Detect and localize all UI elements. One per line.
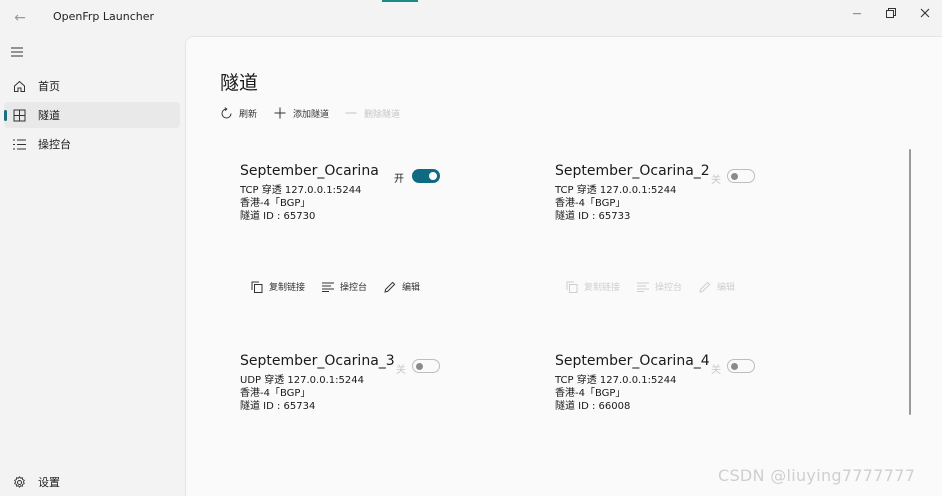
- plus-icon: [274, 106, 288, 120]
- tunnel-card[interactable]: September_Ocarina TCP 穿透 127.0.0.1:5244 …: [240, 163, 540, 303]
- refresh-label: 刷新: [239, 109, 258, 120]
- back-arrow-icon: ←: [14, 10, 26, 26]
- tunnel-grid-icon: [12, 108, 26, 122]
- tunnel-card[interactable]: September_Ocarina_4 TCP 穿透 127.0.0.1:524…: [555, 353, 855, 413]
- tunnel-name: September_Ocarina_3: [240, 353, 395, 369]
- console-button[interactable]: 操控台: [637, 280, 682, 293]
- tunnel-card[interactable]: September_Ocarina_3 UDP 穿透 127.0.0.1:524…: [240, 353, 540, 413]
- menu-toggle-button[interactable]: [11, 42, 27, 57]
- toggle-state-label: 关: [396, 365, 406, 376]
- sidebar-item-home[interactable]: 首页: [4, 73, 180, 99]
- toggle-state-label: 关: [711, 365, 721, 376]
- tunnel-card[interactable]: September_Ocarina_2 TCP 穿透 127.0.0.1:524…: [555, 163, 855, 303]
- sidebar-item-settings[interactable]: 设置: [4, 469, 180, 495]
- copy-icon: [251, 280, 264, 293]
- vertical-scrollbar[interactable]: [909, 149, 911, 415]
- main-content: 隧道 刷新 添加隧道 删除隧道 September_Ocarina TCP 穿透…: [185, 36, 942, 496]
- copy-icon: [566, 280, 579, 293]
- copy-link-button[interactable]: 复制链接: [566, 280, 620, 293]
- tunnel-toggle[interactable]: [727, 359, 755, 373]
- pencil-icon: [699, 280, 712, 293]
- edit-label: 编辑: [717, 283, 736, 293]
- title-bar: ← OpenFrp Launcher —: [0, 0, 942, 36]
- refresh-icon: [220, 106, 234, 120]
- sidebar-item-label: 设置: [38, 476, 60, 489]
- sidebar-item-label: 操控台: [38, 138, 71, 151]
- restore-icon: [886, 8, 896, 18]
- tunnel-name: September_Ocarina_2: [555, 163, 710, 179]
- minus-icon: [345, 106, 359, 120]
- sidebar-item-label: 隧道: [38, 109, 60, 122]
- sidebar-item-console[interactable]: 操控台: [4, 131, 180, 157]
- refresh-button[interactable]: 刷新: [220, 106, 257, 120]
- console-list-icon: [637, 280, 650, 293]
- tunnel-id: 隧道 ID : 65734: [240, 401, 316, 412]
- gear-icon: [12, 475, 26, 489]
- console-label: 操控台: [655, 283, 683, 293]
- console-list-icon: [322, 280, 335, 293]
- minimize-icon: —: [852, 9, 862, 19]
- maximize-button[interactable]: [876, 4, 906, 22]
- minimize-button[interactable]: —: [842, 4, 872, 22]
- toggle-state-label: 关: [711, 175, 721, 186]
- console-label: 操控台: [340, 283, 368, 293]
- close-button[interactable]: [910, 4, 940, 22]
- pencil-icon: [384, 280, 397, 293]
- tunnel-name: September_Ocarina: [240, 163, 379, 179]
- delete-tunnel-button[interactable]: 删除隧道: [345, 106, 400, 120]
- copy-link-button[interactable]: 复制链接: [251, 280, 305, 293]
- sidebar-item-tunnel[interactable]: 隧道: [4, 102, 180, 128]
- tunnel-id: 隧道 ID : 66008: [555, 401, 631, 412]
- add-tunnel-button[interactable]: 添加隧道: [274, 106, 329, 120]
- sidebar-item-label: 首页: [38, 80, 60, 93]
- edit-label: 编辑: [402, 283, 421, 293]
- tunnel-toggle[interactable]: [412, 359, 440, 373]
- console-button[interactable]: 操控台: [322, 280, 367, 293]
- back-button[interactable]: ←: [10, 8, 30, 28]
- delete-tunnel-label: 删除隧道: [364, 109, 401, 120]
- tunnel-id: 隧道 ID : 65733: [555, 211, 631, 222]
- tunnel-toggle[interactable]: [727, 169, 755, 183]
- close-icon: [920, 8, 930, 18]
- copy-link-label: 复制链接: [269, 283, 306, 293]
- tunnel-name: September_Ocarina_4: [555, 353, 710, 369]
- home-icon: [12, 79, 26, 93]
- tunnel-toggle[interactable]: [412, 169, 440, 183]
- copy-link-label: 复制链接: [584, 283, 621, 293]
- edit-button[interactable]: 编辑: [699, 280, 735, 293]
- toggle-state-label: 开: [394, 174, 404, 185]
- watermark: CSDN @liuying7777777: [718, 466, 916, 485]
- progress-indicator: [382, 0, 418, 2]
- hamburger-icon: [11, 47, 23, 57]
- tunnel-id: 隧道 ID : 65730: [240, 211, 316, 222]
- console-list-icon: [12, 137, 26, 151]
- page-title: 隧道: [220, 72, 259, 94]
- edit-button[interactable]: 编辑: [384, 280, 420, 293]
- add-tunnel-label: 添加隧道: [293, 109, 330, 120]
- app-title: OpenFrp Launcher: [53, 10, 155, 23]
